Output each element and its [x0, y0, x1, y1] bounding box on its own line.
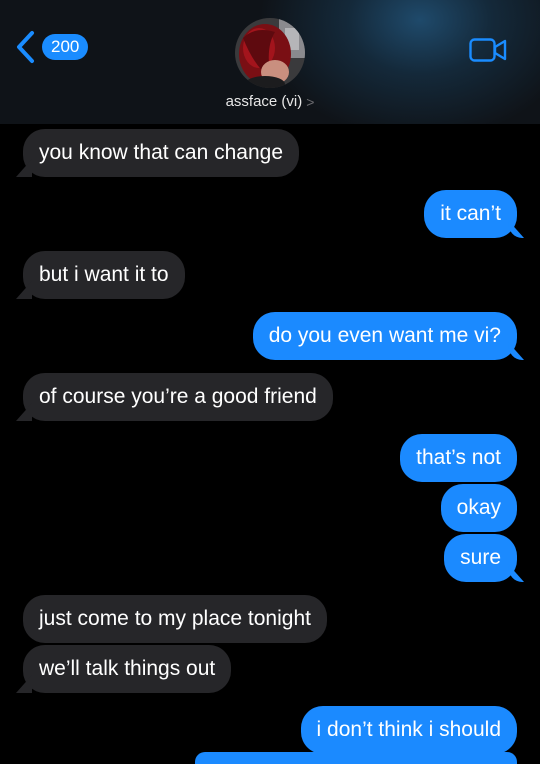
- back-button[interactable]: 200: [14, 30, 89, 64]
- chevron-right-icon: >: [306, 93, 315, 110]
- message-bubble-sent[interactable]: do you even want me vi?: [252, 312, 517, 360]
- message-bubble-received[interactable]: of course you’re a good friend: [23, 373, 333, 421]
- message-bubble-sent[interactable]: that’s not: [400, 434, 517, 482]
- message-bubble-sent[interactable]: it can’t: [424, 190, 517, 238]
- message-bubble-sent[interactable]: i don’t think i should: [300, 706, 517, 754]
- message-bubble-received[interactable]: but i want it to: [23, 251, 185, 299]
- contact-avatar[interactable]: [235, 18, 305, 88]
- video-call-button[interactable]: [469, 38, 507, 67]
- unread-count-badge: 200: [42, 34, 89, 60]
- video-camera-icon: [469, 38, 507, 66]
- message-bubble-partial[interactable]: [195, 752, 517, 764]
- conversation-header: 200 assface (vi) >: [0, 0, 540, 124]
- message-bubble-received[interactable]: you know that can change: [23, 129, 300, 177]
- message-bubble-sent[interactable]: sure: [444, 534, 517, 582]
- message-bubble-sent[interactable]: okay: [440, 484, 517, 532]
- contact-name: assface (vi): [225, 93, 303, 110]
- contact-name-button[interactable]: assface (vi) >: [0, 93, 540, 110]
- chevron-left-icon: [14, 30, 36, 64]
- message-bubble-received[interactable]: we’ll talk things out: [23, 645, 232, 693]
- message-bubble-received[interactable]: just come to my place tonight: [23, 595, 327, 643]
